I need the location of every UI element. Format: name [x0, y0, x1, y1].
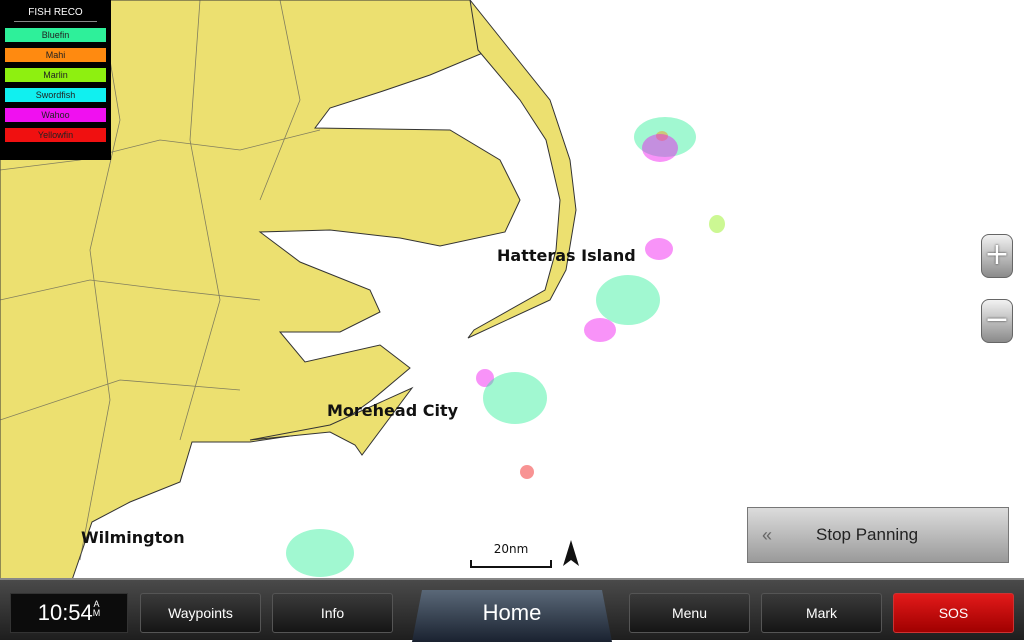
scale-bar: 20nm	[470, 542, 552, 568]
fish-legend: FISH RECO Bluefin Mahi Marlin Swordfish Waho…	[0, 0, 111, 160]
fish-hotspot-bluefin	[483, 372, 547, 424]
fish-hotspot-wahoo	[584, 318, 616, 342]
stop-panning-label: Stop Panning	[816, 525, 919, 544]
fish-hotspot-yellowfin	[520, 465, 534, 479]
fish-hotspot-wahoo	[645, 238, 673, 260]
legend-item-bluefin: Bluefin	[5, 28, 106, 42]
info-button[interactable]: Info	[272, 593, 393, 633]
legend-item-mahi: Mahi	[5, 48, 106, 62]
chart-map[interactable]	[0, 0, 1024, 580]
stop-panning-button[interactable]: « Stop Panning	[747, 507, 1009, 563]
fish-hotspot-bluefin	[286, 529, 354, 577]
label-wilmington: Wilmington	[81, 528, 185, 547]
bottom-bar: 10:54A M Waypoints Info Home Menu Mark SO…	[0, 578, 1024, 642]
sos-button[interactable]: SOS	[893, 593, 1014, 633]
waypoints-button[interactable]: Waypoints	[140, 593, 261, 633]
fish-hotspot-marlin	[709, 215, 725, 233]
fish-hotspot-bluefin	[596, 275, 660, 325]
clock: 10:54A M	[10, 593, 128, 633]
ampm-m: M	[92, 608, 101, 618]
home-button[interactable]: Home	[412, 590, 612, 642]
double-chevron-left-icon: «	[762, 524, 773, 545]
zoom-in-button[interactable]: +	[981, 234, 1013, 278]
scale-label: 20nm	[493, 542, 529, 556]
label-morehead-city: Morehead City	[327, 401, 459, 420]
legend-item-swordfish: Swordfish	[5, 88, 106, 102]
legend-item-wahoo: Wahoo	[5, 108, 106, 122]
label-hatteras-island: Hatteras Island	[497, 246, 636, 265]
time: 10:54	[37, 600, 93, 625]
zoom-out-button[interactable]: −	[981, 299, 1013, 343]
legend-item-yellowfin: Yellowfin	[5, 128, 106, 142]
legend-item-marlin: Marlin	[5, 68, 106, 82]
mark-button[interactable]: Mark	[761, 593, 882, 633]
menu-button[interactable]: Menu	[629, 593, 750, 633]
legend-title: FISH RECO	[14, 4, 97, 22]
fish-hotspot-wahoo	[642, 134, 678, 162]
